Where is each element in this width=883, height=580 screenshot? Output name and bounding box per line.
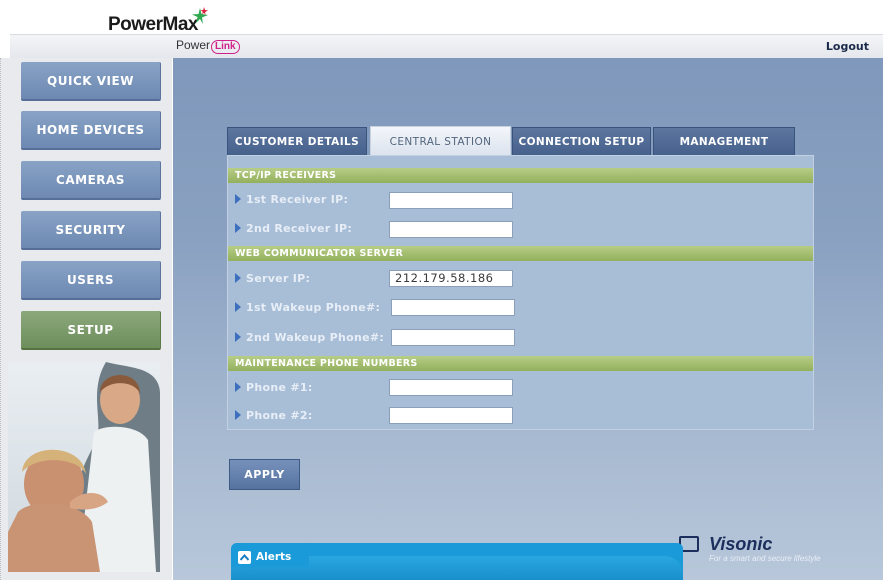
top-bar (10, 34, 883, 58)
section-web-communicator-server: WEB COMMUNICATOR SERVER (228, 246, 813, 261)
tab-central-station[interactable]: CENTRAL STATION (370, 126, 511, 156)
logo-star-icon (192, 7, 208, 24)
second-wakeup-phone-field[interactable] (391, 329, 515, 346)
chevron-up-icon[interactable] (238, 551, 251, 564)
section-tcpip-receivers: TCP/IP RECEIVERS (228, 168, 813, 183)
section-maintenance-phone-numbers: MAINTENANCE PHONE NUMBERS (228, 356, 813, 371)
second-wakeup-phone-label: 2nd Wakeup Phone#: (235, 331, 384, 344)
nav-security-button[interactable]: SECURITY (21, 211, 161, 250)
tab-management[interactable]: MANAGEMENT (653, 127, 795, 155)
central-station-form: TCP/IP RECEIVERS 1st Receiver IP: 2nd Re… (227, 155, 814, 430)
second-receiver-ip-label: 2nd Receiver IP: (235, 222, 352, 235)
phone-1-label: Phone #1: (235, 381, 313, 394)
visonic-slogan: For a smart and secure lifestyle (709, 554, 821, 563)
alerts-bar[interactable]: Alerts (231, 543, 683, 580)
second-receiver-ip-field[interactable] (389, 221, 513, 238)
nav-home-devices-button[interactable]: HOME DEVICES (21, 111, 161, 150)
first-wakeup-phone-field[interactable] (391, 299, 515, 316)
logout-link[interactable]: Logout (826, 40, 869, 53)
first-receiver-ip-field[interactable] (389, 192, 513, 209)
phone-2-field[interactable] (389, 407, 513, 424)
main-content: CUSTOMER DETAILS CENTRAL STATION CONNECT… (173, 58, 883, 580)
tab-customer-details[interactable]: CUSTOMER DETAILS (227, 127, 367, 155)
powermax-logo: PowerMax (108, 14, 198, 36)
phone-2-label: Phone #2: (235, 409, 313, 422)
sublogo-prefix: Power (176, 38, 211, 52)
server-ip-field[interactable]: 212.179.58.186 (389, 270, 513, 287)
logo-product-name: PowerMax (108, 14, 198, 35)
apply-button[interactable]: APPLY (229, 459, 300, 490)
first-receiver-ip-label: 1st Receiver IP: (235, 193, 348, 206)
visonic-name: Visonic (709, 534, 773, 554)
nav-users-button[interactable]: USERS (21, 261, 161, 300)
alerts-label: Alerts (256, 551, 292, 563)
nav-cameras-button[interactable]: CAMERAS (21, 161, 161, 200)
sublogo-suffix: Link (211, 40, 240, 54)
phone-1-field[interactable] (389, 379, 513, 396)
nav-quick-view-button[interactable]: QUICK VIEW (21, 62, 161, 101)
first-wakeup-phone-label: 1st Wakeup Phone#: (235, 301, 380, 314)
server-ip-label: Server IP: (235, 272, 310, 285)
tab-connection-setup[interactable]: CONNECTION SETUP (512, 127, 651, 155)
nav-setup-button[interactable]: SETUP (21, 311, 161, 350)
setup-tabs: CUSTOMER DETAILS CENTRAL STATION CONNECT… (227, 126, 795, 156)
family-photo (8, 362, 160, 572)
powerlink-logo: Power Link (176, 38, 240, 54)
